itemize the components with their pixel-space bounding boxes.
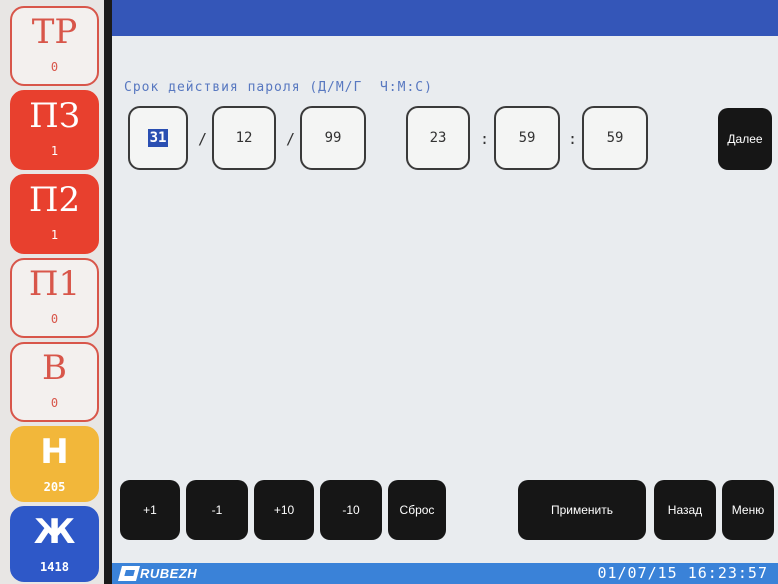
password-expiry-screen: Срок действия пароля (Д/М/Г Ч:М:С) 31 / …: [112, 36, 778, 563]
brand-name: RUBEZH: [140, 566, 198, 581]
date-separator: /: [198, 130, 208, 148]
indicator-label: ТР: [31, 12, 78, 52]
indicator-p1[interactable]: П1 0: [10, 258, 99, 338]
indicator-count: 0: [50, 312, 59, 326]
indicator-count: 1418: [40, 560, 69, 574]
indicator-count: 205: [43, 480, 66, 494]
apply-button[interactable]: Применить: [518, 480, 646, 540]
second-value: 59: [606, 130, 624, 146]
indicator-count: 0: [50, 60, 59, 74]
year-field[interactable]: 99: [300, 106, 366, 170]
indicator-count: 1: [50, 144, 59, 158]
plus-one-button[interactable]: +1: [120, 480, 180, 540]
menu-button[interactable]: Меню: [722, 480, 774, 540]
minute-value: 59: [518, 130, 536, 146]
month-field[interactable]: 12: [212, 106, 276, 170]
second-field[interactable]: 59: [582, 106, 648, 170]
day-value: 31: [147, 129, 169, 147]
datetime-display: 01/07/15 16:23:57: [597, 564, 768, 582]
top-bar: [112, 0, 778, 36]
minus-ten-button[interactable]: -10: [320, 480, 382, 540]
hour-value: 23: [429, 130, 447, 146]
indicator-v[interactable]: В 0: [10, 342, 99, 422]
date-separator: /: [286, 130, 296, 148]
indicator-pz[interactable]: ПЗ 1: [10, 90, 99, 170]
indicator-label: Н: [40, 432, 69, 472]
hour-field[interactable]: 23: [406, 106, 470, 170]
minute-field[interactable]: 59: [494, 106, 560, 170]
plus-ten-button[interactable]: +10: [254, 480, 314, 540]
indicator-n[interactable]: Н 205: [10, 426, 99, 502]
panel-divider: [104, 0, 112, 584]
rubezh-logo-icon: [117, 566, 141, 581]
indicator-label: П1: [28, 264, 81, 304]
indicator-zh[interactable]: Ж 1418: [10, 506, 99, 582]
time-separator: :: [480, 130, 490, 148]
month-value: 12: [235, 130, 253, 146]
reset-button[interactable]: Сброс: [388, 480, 446, 540]
year-value: 99: [324, 130, 342, 146]
minus-one-button[interactable]: -1: [186, 480, 248, 540]
next-button[interactable]: Далее: [718, 108, 772, 170]
indicator-p2[interactable]: П2 1: [10, 174, 99, 254]
indicator-panel: ТР 0 ПЗ 1 П2 1 П1 0 В 0 Н 205 Ж 1418: [0, 0, 104, 584]
indicator-label: В: [42, 348, 67, 388]
time-separator: :: [568, 130, 578, 148]
indicator-label: ПЗ: [29, 96, 80, 136]
indicator-count: 0: [50, 396, 59, 410]
indicator-label: Ж: [33, 512, 76, 552]
brand-logo: RUBEZH: [117, 565, 198, 582]
page-title: Срок действия пароля (Д/М/Г Ч:М:С): [124, 80, 433, 95]
indicator-count: 1: [50, 228, 59, 242]
indicator-label: П2: [28, 180, 81, 220]
status-bar: RUBEZH 01/07/15 16:23:57: [112, 563, 778, 584]
day-field[interactable]: 31: [128, 106, 188, 170]
back-button[interactable]: Назад: [654, 480, 716, 540]
indicator-tr[interactable]: ТР 0: [10, 6, 99, 86]
